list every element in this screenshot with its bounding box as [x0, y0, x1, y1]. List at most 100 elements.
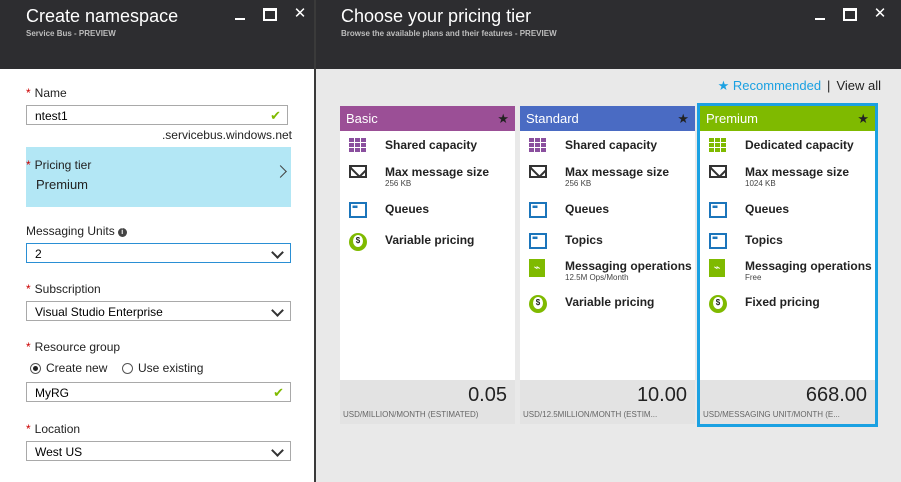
- feature-name: Shared capacity: [565, 138, 658, 152]
- valid-check-icon: ✔: [270, 108, 281, 123]
- messaging-units-dropdown[interactable]: 2: [26, 243, 291, 263]
- messaging-units-label: Messaging Units i: [26, 224, 127, 238]
- create-new-label: Create new: [46, 361, 108, 375]
- minimize-icon[interactable]: [232, 6, 248, 22]
- pricing-card-basic[interactable]: Basic ★ Shared capacity Max message size 256…: [340, 106, 515, 424]
- feature-row: Max message size 1024 KB: [700, 163, 875, 188]
- location-dropdown[interactable]: West US: [26, 441, 291, 461]
- messaging-ops-icon: ⌁: [529, 259, 549, 277]
- pricing-coin-icon: [709, 295, 729, 313]
- feature-row: Topics: [520, 231, 695, 255]
- feature-name: Queues: [385, 202, 430, 216]
- favorite-star-icon[interactable]: ★: [857, 106, 869, 131]
- pricing-tier-value: Premium: [36, 177, 89, 192]
- feature-name: Max message size: [565, 165, 670, 179]
- feature-row: Dedicated capacity: [700, 136, 875, 160]
- queue-icon: [349, 202, 369, 220]
- feature-name: Topics: [745, 233, 783, 247]
- pricing-coin-icon: [529, 295, 549, 313]
- feature-row: Max message size 256 KB: [520, 163, 695, 188]
- feature-row: Queues: [340, 200, 515, 224]
- blade-subtitle: Browse the available plans and their fea…: [341, 29, 557, 38]
- close-icon[interactable]: ✕: [292, 6, 308, 22]
- close-icon[interactable]: ✕: [872, 6, 888, 22]
- feature-name: Messaging operations: [745, 259, 872, 273]
- subscription-label: * Subscription: [26, 282, 101, 296]
- star-icon: ★: [717, 78, 730, 93]
- shared-capacity-icon: [529, 138, 549, 156]
- card-header: Standard ★: [520, 106, 695, 131]
- create-namespace-blade: Create namespace Service Bus - PREVIEW ✕…: [0, 0, 314, 482]
- card-title: Basic: [346, 111, 378, 126]
- price-unit: USD/12.5MILLION/MONTH (ESTIM...: [523, 410, 658, 419]
- mail-icon: [529, 165, 549, 183]
- shared-capacity-icon: [349, 138, 369, 156]
- price-unit: USD/MILLION/MONTH (ESTIMATED): [343, 410, 479, 419]
- blade-header: Create namespace Service Bus - PREVIEW ✕: [0, 0, 314, 69]
- feature-row: Shared capacity: [520, 136, 695, 160]
- queue-icon: [529, 202, 549, 220]
- resource-group-input[interactable]: MyRG ✔: [26, 382, 291, 402]
- pricing-tier-blade: Choose your pricing tier Browse the avai…: [316, 0, 901, 482]
- feature-detail: 1024 KB: [745, 179, 776, 188]
- name-label: * Name: [26, 86, 67, 100]
- name-input[interactable]: ntest1 ✔: [26, 105, 288, 125]
- card-title: Premium: [706, 111, 759, 126]
- chevron-down-icon: [271, 304, 284, 317]
- maximize-icon[interactable]: [262, 6, 278, 22]
- recommended-link[interactable]: ★ Recommended: [718, 78, 821, 93]
- card-header: Premium ★: [700, 106, 875, 131]
- feature-row: Queues: [700, 200, 875, 224]
- feature-row: ⌁ Messaging operations Free: [700, 257, 875, 282]
- maximize-icon[interactable]: [842, 6, 858, 22]
- radio-selected-icon: [30, 362, 41, 374]
- feature-detail: 256 KB: [385, 179, 412, 188]
- topic-icon: [709, 233, 729, 251]
- feature-row: Variable pricing: [340, 231, 515, 255]
- price-value: 0.05: [468, 384, 507, 406]
- info-icon[interactable]: i: [117, 228, 127, 237]
- view-all-link[interactable]: View all: [836, 78, 881, 93]
- price-unit: USD/MESSAGING UNIT/MONTH (E...: [703, 410, 840, 419]
- feature-row: Fixed pricing: [700, 293, 875, 317]
- feature-name: Dedicated capacity: [745, 138, 854, 152]
- feature-name: Variable pricing: [565, 295, 655, 309]
- feature-row: Variable pricing: [520, 293, 695, 317]
- favorite-star-icon[interactable]: ★: [677, 106, 689, 131]
- card-footer: 10.00 USD/12.5MILLION/MONTH (ESTIM...: [520, 380, 695, 424]
- feature-name: Messaging operations: [565, 259, 692, 273]
- queue-icon: [709, 202, 729, 220]
- minimize-icon[interactable]: [812, 6, 828, 22]
- favorite-star-icon[interactable]: ★: [497, 106, 509, 131]
- blade-title: Choose your pricing tier: [341, 6, 532, 26]
- pricing-coin-icon: [349, 233, 369, 251]
- card-footer: 0.05 USD/MILLION/MONTH (ESTIMATED): [340, 380, 515, 424]
- card-title: Standard: [526, 111, 579, 126]
- chevron-right-icon: [274, 165, 287, 178]
- card-footer: 668.00 USD/MESSAGING UNIT/MONTH (E...: [700, 380, 875, 424]
- topic-icon: [529, 233, 549, 251]
- subscription-dropdown[interactable]: Visual Studio Enterprise: [26, 301, 291, 321]
- feature-row: Topics: [700, 231, 875, 255]
- price-value: 10.00: [636, 384, 687, 406]
- pricing-card-standard[interactable]: Standard ★ Shared capacity Max message size…: [520, 106, 695, 424]
- mail-icon: [349, 165, 369, 183]
- pricing-card-premium[interactable]: Premium ★ Dedicated capacity Max message si…: [697, 103, 878, 427]
- chevron-down-icon: [271, 246, 284, 259]
- price-value: 668.00: [805, 384, 867, 406]
- pricing-tier-label: * Pricing tier: [26, 158, 92, 172]
- valid-check-icon: ✔: [273, 385, 284, 400]
- feature-row: Queues: [520, 200, 695, 224]
- radio-unselected-icon: [122, 362, 133, 374]
- use-existing-radio[interactable]: Use existing: [122, 361, 203, 375]
- use-existing-label: Use existing: [138, 361, 204, 375]
- name-suffix: .servicebus.windows.net: [161, 128, 292, 142]
- feature-name: Max message size: [745, 165, 850, 179]
- feature-name: Queues: [745, 202, 790, 216]
- create-new-radio[interactable]: Create new: [30, 361, 107, 375]
- feature-name: Topics: [565, 233, 603, 247]
- card-header: Basic ★: [340, 106, 515, 131]
- pricing-tier-selector[interactable]: * Pricing tier Premium: [26, 147, 291, 207]
- blade-title: Create namespace: [26, 6, 179, 26]
- blade-subtitle: Service Bus - PREVIEW: [26, 29, 116, 38]
